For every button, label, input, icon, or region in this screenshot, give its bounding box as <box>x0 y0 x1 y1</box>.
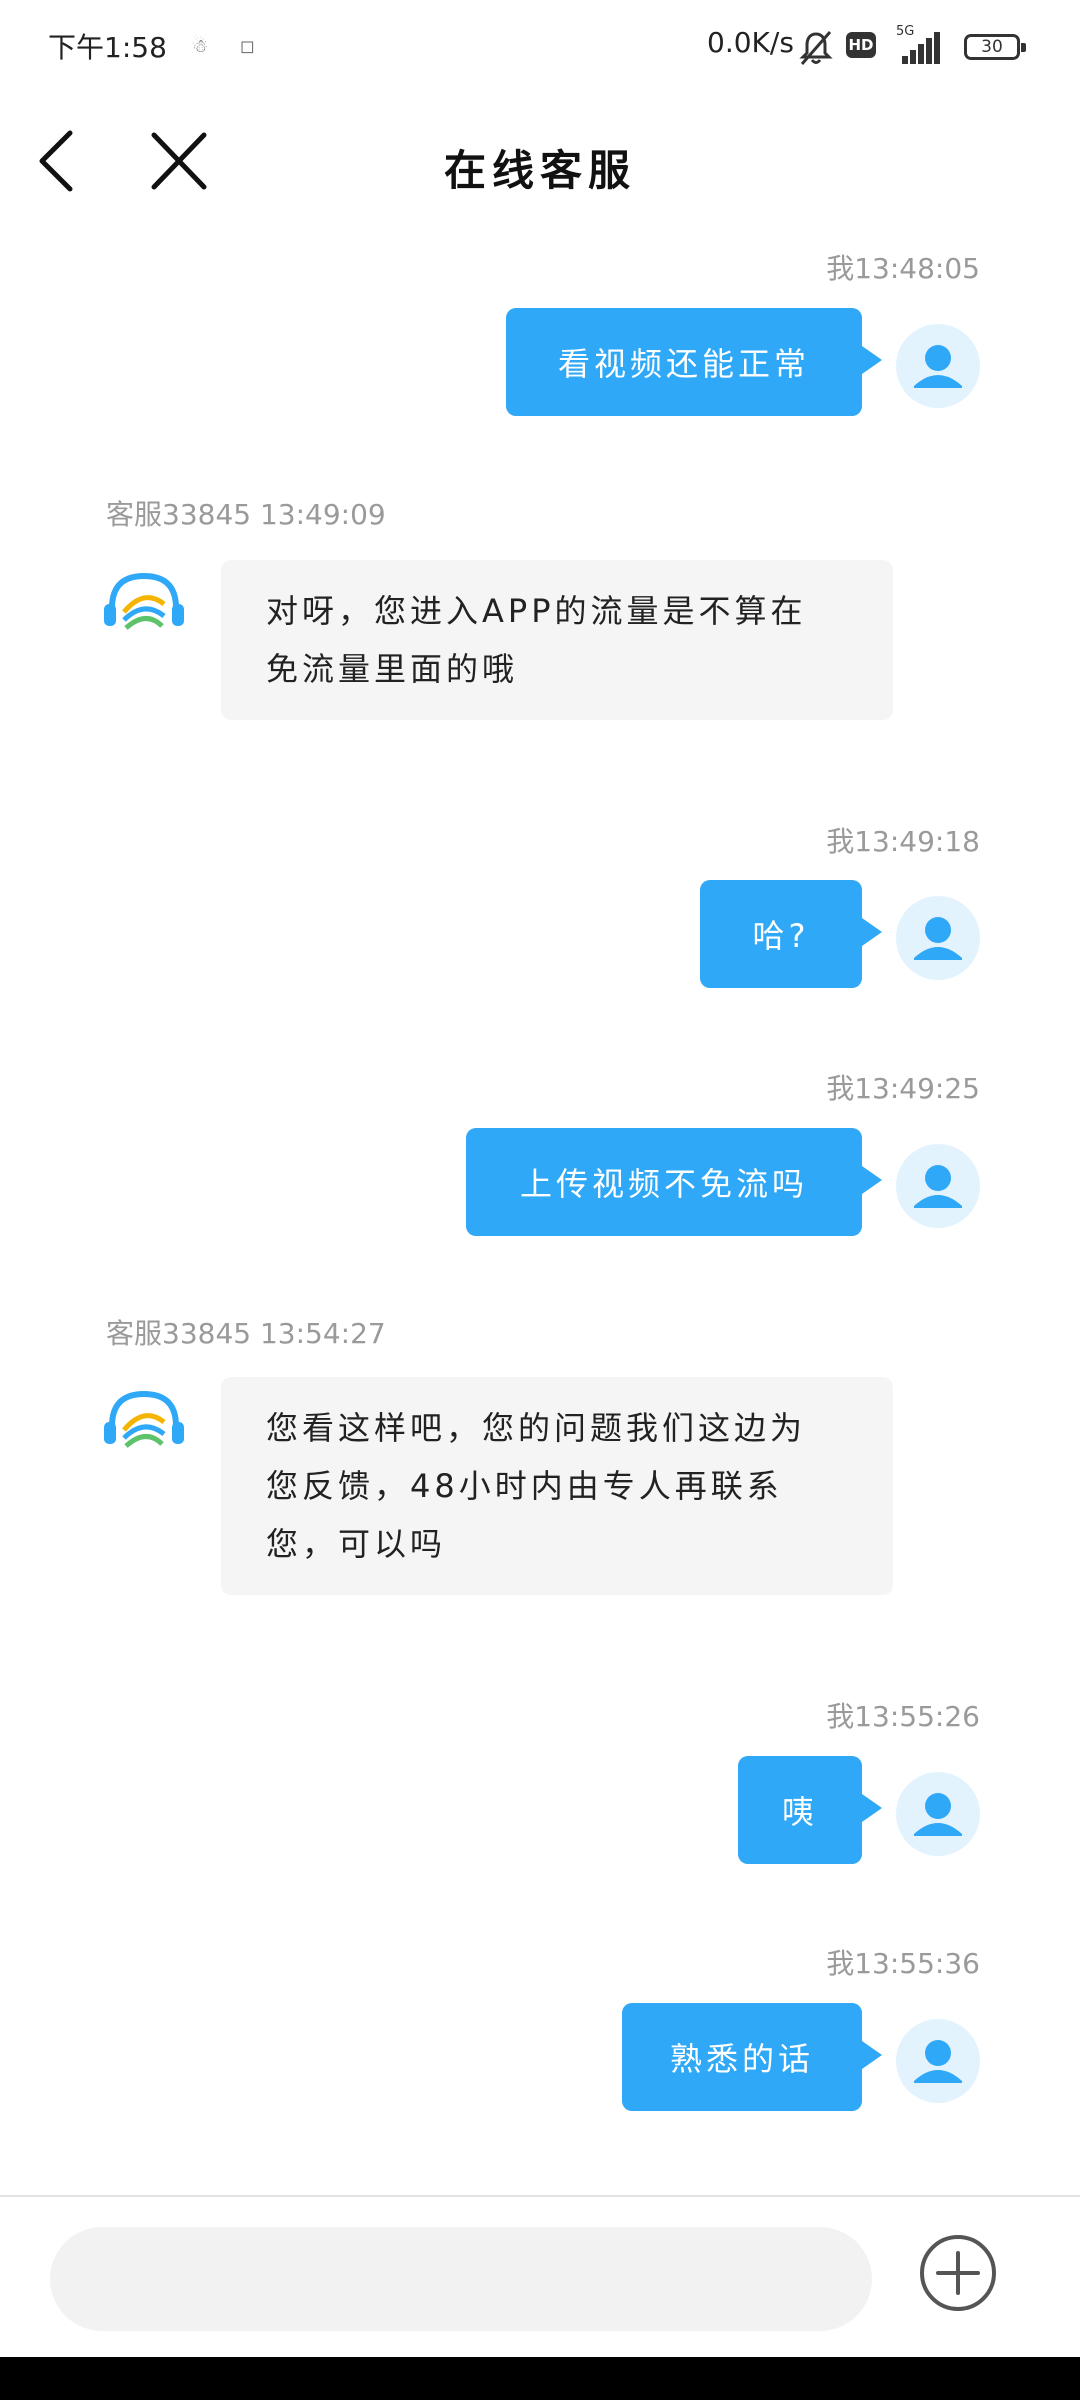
page-title: 在线客服 <box>443 146 636 195</box>
agent-message-bubble[interactable]: 对呀，您进入APP的流量是不算在 免流量里面的哦 <box>221 560 893 720</box>
message-text-line: 您，可以吗 <box>266 1525 447 1563</box>
user-message-bubble[interactable]: 熟悉的话 <box>622 2003 882 2111</box>
message-text-line: 免流量里面的哦 <box>266 650 519 688</box>
chat-list[interactable]: 我13:48:05 看视频还能正常 客服33845 13:49:09 对呀，您进… <box>0 235 1080 2195</box>
message-timestamp: 我13:49:25 <box>826 1072 980 1105</box>
add-button[interactable] <box>918 2233 998 2313</box>
system-nav-bar <box>0 2357 1080 2400</box>
header: 在线客服 <box>0 95 1080 235</box>
user-message-bubble[interactable]: 看视频还能正常 <box>506 308 882 416</box>
message-timestamp: 我13:48:05 <box>826 252 980 285</box>
hd-badge: HD <box>846 32 876 58</box>
input-bar <box>0 2197 1080 2357</box>
message-timestamp: 我13:49:18 <box>826 825 980 858</box>
status-bar: 下午1:58 ☃ ◻ 0.0K/s HD 5G 30 <box>0 0 1080 95</box>
agent-avatar[interactable] <box>102 570 186 640</box>
headset-logo-icon <box>104 572 184 630</box>
user-message-bubble[interactable]: 咦 <box>738 1756 882 1864</box>
user-avatar[interactable] <box>896 1772 980 1856</box>
message-timestamp: 客服33845 13:49:09 <box>106 498 386 531</box>
user-avatar[interactable] <box>896 896 980 980</box>
message-text-line: 您看这样吧，您的问题我们这边为 <box>266 1409 807 1447</box>
user-icon <box>914 345 962 388</box>
notification-icon-2: ◻ <box>240 36 255 57</box>
user-icon <box>914 1165 962 1208</box>
message-text: 看视频还能正常 <box>557 345 810 383</box>
user-avatar[interactable] <box>896 2019 980 2103</box>
headset-logo-icon <box>104 1390 184 1448</box>
user-icon <box>914 917 962 960</box>
message-text-line: 您反馈，48小时内由专人再联系 <box>266 1467 783 1505</box>
agent-message-bubble[interactable]: 您看这样吧，您的问题我们这边为 您反馈，48小时内由专人再联系 您，可以吗 <box>221 1377 893 1595</box>
user-message-bubble[interactable]: 哈? <box>700 880 882 988</box>
agent-avatar[interactable] <box>102 1388 186 1458</box>
message-timestamp: 我13:55:36 <box>826 1947 980 1980</box>
mute-bell-icon <box>799 31 833 65</box>
plus-circle-icon <box>920 2235 996 2311</box>
message-text: 熟悉的话 <box>669 2040 814 2078</box>
battery-icon: 30 <box>964 34 1026 60</box>
network-speed: 0.0K/s <box>707 26 794 59</box>
user-icon <box>914 2040 962 2083</box>
signal-icon <box>902 32 940 64</box>
message-text: 咦 <box>781 1793 818 1831</box>
user-message-bubble[interactable]: 上传视频不免流吗 <box>466 1128 882 1236</box>
notification-icon: ☃ <box>192 36 209 57</box>
message-timestamp: 我13:55:26 <box>826 1700 980 1733</box>
user-icon <box>914 1793 962 1836</box>
status-time: 下午1:58 <box>48 31 167 64</box>
message-text: 上传视频不免流吗 <box>519 1165 808 1203</box>
message-text-line: 对呀，您进入APP的流量是不算在 <box>266 592 807 630</box>
user-avatar[interactable] <box>896 1144 980 1228</box>
message-text: 哈? <box>752 917 810 955</box>
message-timestamp: 客服33845 13:54:27 <box>106 1317 386 1350</box>
user-avatar[interactable] <box>896 324 980 408</box>
message-input[interactable] <box>50 2227 872 2331</box>
status-icons: HD 5G 30 <box>796 24 1036 70</box>
